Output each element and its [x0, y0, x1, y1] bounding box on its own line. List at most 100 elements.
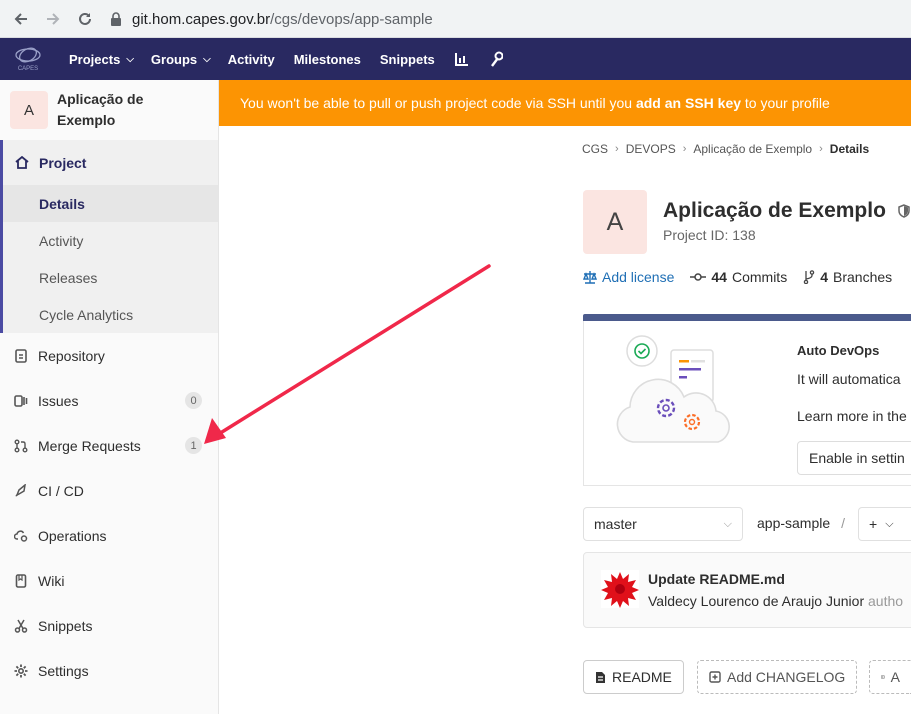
scale-icon — [583, 271, 597, 284]
commit-author: Valdecy Lourenco de Araujo Junior autho — [648, 593, 903, 609]
add-changelog-button[interactable]: Add CHANGELOG — [697, 660, 858, 694]
sidebar-subitem-details[interactable]: Details — [3, 185, 218, 222]
chart-icon[interactable] — [454, 52, 469, 66]
plus-square-icon — [709, 671, 721, 683]
sidebar-item-snippets[interactable]: Snippets — [0, 603, 218, 648]
reload-icon — [79, 12, 91, 25]
repo-path-root[interactable]: app-sample — [757, 515, 830, 531]
add-ssh-key-link[interactable]: add an SSH key — [636, 95, 741, 111]
sidebar-project-name: Aplicação de Exemplo — [57, 89, 143, 131]
cloud-gear-icon — [13, 528, 29, 544]
commits-link[interactable]: 44 Commits — [690, 269, 787, 285]
branches-link[interactable]: 4 Branches — [803, 269, 892, 285]
top-navbar: CAPES Projects ⌵ Groups ⌵ Activity Milesto… — [0, 38, 911, 80]
project-main-avatar: A — [583, 190, 647, 254]
repo-path: app-sample / — [757, 515, 845, 531]
breadcrumb-item-devops[interactable]: DEVOPS — [626, 142, 676, 156]
sidebar-item-operations[interactable]: Operations — [0, 513, 218, 558]
chevron-right-icon: › — [682, 143, 687, 155]
browser-toolbar: git.hom.capes.gov.br/cgs/devops/app-samp… — [0, 0, 911, 38]
sidebar-subitem-activity[interactable]: Activity — [3, 222, 218, 259]
sidebar-item-label: Snippets — [38, 617, 93, 634]
merge-request-icon — [13, 438, 29, 454]
project-stats: Add license 44 Commits 4 Branches — [583, 269, 908, 285]
banner-text-end: to your profile — [741, 95, 830, 111]
document-icon — [13, 348, 29, 364]
sidebar-item-label: Issues — [38, 392, 79, 409]
book-icon — [13, 573, 29, 589]
back-button[interactable] — [10, 8, 32, 30]
nav-groups[interactable]: Groups ⌵ — [151, 52, 211, 67]
chevron-down-icon: ⌵ — [723, 518, 732, 530]
sidebar-item-label: Operations — [38, 527, 107, 544]
sidebar-item-repository[interactable]: Repository — [0, 333, 218, 378]
capes-logo-icon: CAPES — [15, 47, 41, 72]
sidebar-item-settings[interactable]: Settings — [0, 648, 218, 693]
chevron-down-icon: ⌵ — [885, 517, 894, 530]
sidebar-item-ci-cd[interactable]: CI / CD — [0, 468, 218, 513]
breadcrumb-item-cgs[interactable]: CGS — [582, 142, 608, 156]
auto-devops-description: It will automatica — [797, 371, 901, 387]
issues-count-badge: 0 — [185, 392, 202, 409]
merge-requests-count-badge: 1 — [185, 437, 202, 454]
sidebar-section-project: Project Details Activity Releases Cycle … — [0, 140, 218, 333]
nav-milestones-label: Milestones — [293, 51, 361, 67]
sidebar-item-issues[interactable]: Issues 0 — [0, 378, 218, 423]
add-file-dropdown[interactable]: + ⌵ — [858, 507, 911, 541]
sidebar-item-label: Project — [39, 154, 87, 171]
sidebar-project-header[interactable]: A Aplicação de Exemplo — [0, 80, 218, 140]
branch-icon — [803, 270, 815, 284]
breadcrumb-item-project[interactable]: Aplicação de Exemplo — [693, 142, 812, 156]
sidebar-item-project[interactable]: Project — [3, 140, 218, 185]
auto-devops-accent-bar — [583, 314, 911, 321]
readme-button-label: README — [612, 669, 672, 685]
nav-projects-label: Projects — [69, 51, 121, 67]
sidebar-item-merge-requests[interactable]: Merge Requests 1 — [0, 423, 218, 468]
avatar[interactable] — [601, 570, 639, 608]
sidebar-item-label: CI / CD — [38, 482, 84, 499]
chevron-right-icon: › — [819, 143, 823, 155]
arrow-left-icon — [14, 12, 27, 25]
gear-icon — [13, 663, 29, 679]
chevron-down-icon: ⌵ — [203, 53, 211, 65]
sidebar-item-wiki[interactable]: Wiki — [0, 558, 218, 603]
branch-select[interactable]: master ⌵ — [583, 507, 743, 541]
plus-icon: + — [869, 516, 878, 532]
wrench-icon[interactable] — [489, 51, 503, 67]
breadcrumb: CGS › DEVOPS › Aplicação de Exemplo › De… — [582, 142, 869, 156]
sidebar-item-label: Settings — [38, 662, 89, 679]
auto-devops-title: Auto DevOps — [797, 343, 880, 358]
add-file-button[interactable]: A — [869, 660, 911, 694]
address-bar[interactable]: git.hom.capes.gov.br/cgs/devops/app-samp… — [110, 5, 911, 33]
nav-milestones[interactable]: Milestones — [294, 52, 361, 67]
shield-icon — [898, 204, 910, 219]
commit-title[interactable]: Update README.md — [648, 571, 785, 587]
commit-authored-text: autho — [868, 593, 904, 609]
url-text: git.hom.capes.gov.br/cgs/devops/app-samp… — [132, 11, 433, 28]
readme-button[interactable]: README — [583, 660, 684, 694]
forward-button[interactable] — [42, 8, 64, 30]
capes-logo[interactable]: CAPES — [0, 38, 56, 80]
auto-devops-learn-more: Learn more in the — [797, 408, 907, 424]
branch-select-value: master — [594, 516, 637, 532]
nav-snippets[interactable]: Snippets — [380, 52, 435, 67]
project-id: Project ID: 138 — [663, 227, 756, 243]
ssh-warning-banner: You won't be able to pull or push projec… — [219, 80, 911, 126]
commit-author-name[interactable]: Valdecy Lourenco de Araujo Junior — [648, 593, 864, 609]
lock-icon — [111, 12, 121, 26]
sidebar-subitem-cycle-analytics[interactable]: Cycle Analytics — [3, 296, 218, 333]
banner-text: You won't be able to pull or push projec… — [240, 95, 636, 111]
nav-groups-label: Groups — [150, 51, 198, 67]
add-license-link[interactable]: Add license — [583, 269, 674, 285]
enable-in-settings-button[interactable]: Enable in settin — [797, 441, 911, 475]
sidebar-subitem-releases[interactable]: Releases — [3, 259, 218, 296]
issues-icon — [13, 393, 29, 409]
add-changelog-label: Add CHANGELOG — [727, 669, 846, 685]
breadcrumb-item-details[interactable]: Details — [830, 142, 869, 156]
reload-button[interactable] — [74, 8, 96, 30]
nav-activity[interactable]: Activity — [228, 52, 275, 67]
nav-projects[interactable]: Projects ⌵ — [69, 52, 134, 67]
auto-devops-illustration — [616, 335, 730, 443]
branches-label: Branches — [833, 269, 893, 285]
commits-count: 44 — [711, 269, 727, 285]
